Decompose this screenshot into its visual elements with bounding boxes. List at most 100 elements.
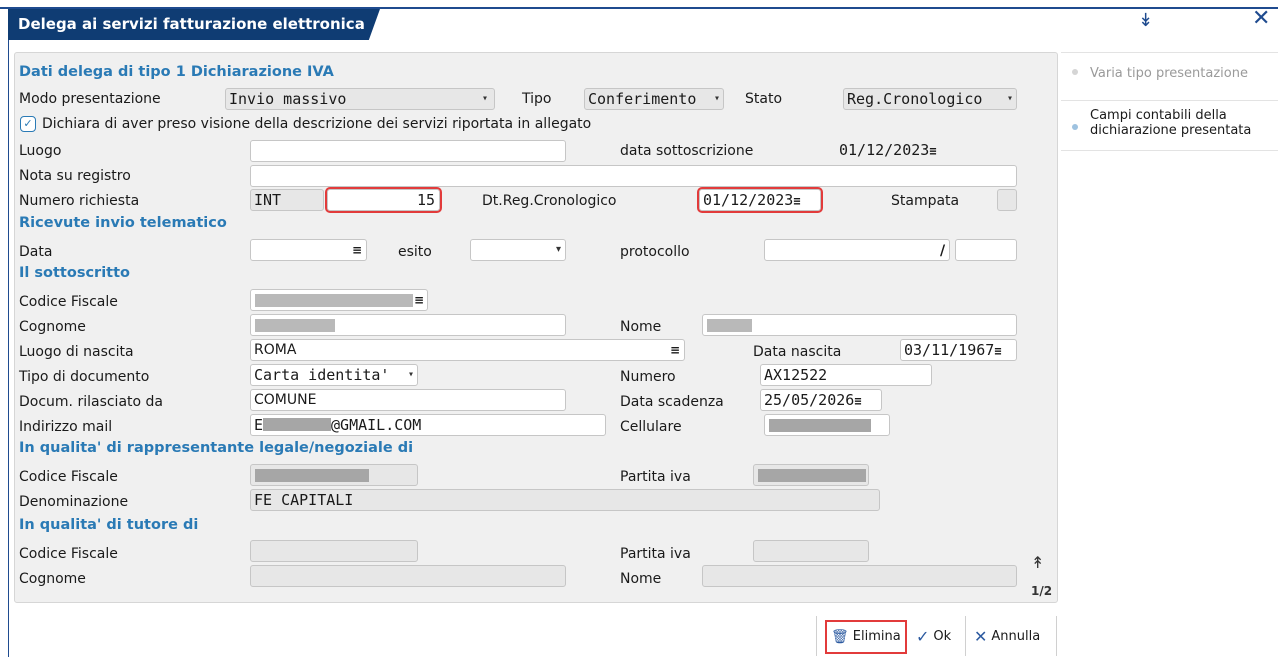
modo-presentazione-select[interactable]: Invio massivo ▾ [225,88,495,110]
numero-richiesta-input[interactable]: 15 [325,187,442,213]
trash-icon: 🗑 [831,629,849,645]
sidebar-item-line: Campi contabili della [1090,108,1227,123]
sidebar-divider [1061,100,1278,101]
annulla-button[interactable]: ✕ Annulla [970,622,1044,652]
cognome-input[interactable] [250,314,566,336]
numero-documento-input[interactable]: AX12522 [760,364,932,386]
label-stampata: Stampata [891,193,960,209]
label-tipo: Tipo [522,91,552,107]
redacted-value [707,319,752,332]
redacted-value [769,419,871,432]
data-nascita-value: 03/11/1967 [904,341,995,359]
chevron-down-icon: ▾ [713,93,720,104]
sidebar-divider [1061,150,1278,151]
label-cellulare: Cellulare [620,419,682,435]
chevron-down-icon: ▾ [407,369,414,380]
sidebar-item-campi-contabili[interactable]: Campi contabili della dichiarazione pres… [1090,108,1251,138]
redacted-value [255,319,335,332]
label-numero-richiesta: Numero richiesta [19,193,140,209]
double-chevron-up-icon[interactable]: ↟ [1031,553,1044,572]
label-partita-iva: Partita iva [620,469,691,485]
label-ricevute-data: Data [19,244,53,260]
protocollo-suffix-input[interactable] [955,239,1017,261]
esito-select[interactable]: ▾ [470,239,566,261]
sottoscritto-codice-fiscale-input[interactable]: ≡ [250,289,428,311]
stato-value: Reg.Cronologico [847,90,983,108]
calendar-icon[interactable]: ≡ [670,340,680,360]
calendar-icon: ≡ [413,293,424,307]
elimina-label: Elimina [852,629,901,644]
calendar-icon[interactable]: ≡ [994,344,1001,358]
tipo-select[interactable]: Conferimento ▾ [584,88,724,110]
label-luogo-nascita: Luogo di nascita [19,344,134,360]
calendar-icon[interactable]: ≡ [352,240,362,260]
bullet-icon [1072,124,1078,130]
label-cognome: Cognome [19,571,86,587]
check-icon: ✓ [916,627,930,646]
label-data-sottoscrizione: data sottoscrizione [620,143,754,159]
stato-select[interactable]: Reg.Cronologico ▾ [843,88,1017,110]
data-nascita-input[interactable]: 03/11/1967≡ [900,339,1017,361]
label-nome: Nome [620,319,662,335]
data-sottoscrizione-input[interactable]: 01/12/2023≡ [836,140,958,162]
section-tutore: In qualita' di tutore di [19,517,199,533]
sidebar-top-divider [1061,52,1278,53]
calendar-icon[interactable]: ≡ [929,144,936,158]
redacted-value [255,294,413,307]
mail-suffix: @GMAIL.COM [331,416,422,434]
label-protocollo: protocollo [620,244,690,260]
redacted-value [255,469,369,482]
data-scadenza-input[interactable]: 25/05/2026≡ [760,389,882,411]
luogo-nascita-input[interactable]: ROMA ≡ [250,339,685,361]
label-dichiara: Dichiara di aver preso visione della des… [42,116,592,132]
label-tipo-documento: Tipo di documento [19,369,150,385]
label-rilasciato-da: Docum. rilasciato da [19,394,163,410]
nome-input[interactable] [702,314,1017,336]
check-icon: ✓ [23,117,33,130]
chevron-down-icon: ▾ [555,244,561,255]
label-indirizzo-mail: Indirizzo mail [19,419,113,435]
calendar-icon[interactable]: ≡ [793,194,800,208]
tipo-documento-value: Carta identita' [254,366,390,384]
tutore-codice-fiscale-input [250,540,418,562]
label-nota-registro: Nota su registro [19,168,131,184]
rilasciato-da-input[interactable]: COMUNE [250,389,566,411]
label-dt-reg-cronologico: Dt.Reg.Cronologico [482,193,617,209]
section-rappresentante: In qualita' di rappresentante legale/neg… [19,440,414,456]
label-data-scadenza: Data scadenza [620,394,724,410]
page-indicator: 1/2 [1031,584,1053,598]
protocollo-input[interactable] [764,239,950,261]
label-numero: Numero [620,369,676,385]
label-stato: Stato [745,91,783,107]
luogo-nascita-value: ROMA [254,342,297,358]
stampata-field[interactable] [997,189,1017,211]
elimina-button[interactable]: 🗑 Elimina [825,620,907,654]
ok-button[interactable]: ✓ Ok [912,622,955,652]
tipo-documento-select[interactable]: Carta identita' ▾ [250,364,418,386]
rappresentante-codice-fiscale-input [250,464,418,486]
sidebar-item-varia-tipo[interactable]: Varia tipo presentazione [1090,66,1248,81]
ok-label: Ok [933,629,952,644]
tutore-partita-iva-input [753,540,869,562]
rappresentante-partita-iva-input [753,464,869,486]
double-chevron-down-icon[interactable]: ↡ [1138,10,1153,31]
label-partita-iva: Partita iva [620,546,691,562]
ricevute-data-input[interactable]: ≡ [250,239,367,261]
close-icon[interactable]: ✕ [1252,6,1270,31]
bullet-icon [1072,69,1078,75]
annulla-label: Annulla [991,629,1041,644]
tipo-value: Conferimento [588,90,697,108]
modo-presentazione-value: Invio massivo [229,90,347,108]
cellulare-input[interactable] [764,414,890,436]
nota-registro-input[interactable] [250,165,1017,187]
label-cognome: Cognome [19,319,86,335]
section-ricevute: Ricevute invio telematico [19,215,227,231]
dichiara-checkbox[interactable]: ✓ [20,116,36,132]
footer-divider [965,616,966,656]
luogo-input[interactable] [250,140,566,162]
calendar-icon[interactable]: ≡ [854,394,861,408]
indirizzo-mail-input[interactable]: E @GMAIL.COM [250,414,606,436]
numero-richiesta-prefix: INT [250,189,324,211]
dt-reg-cronologico-input[interactable]: 01/12/2023≡ [697,187,823,213]
tutore-nome-input [702,565,1017,587]
